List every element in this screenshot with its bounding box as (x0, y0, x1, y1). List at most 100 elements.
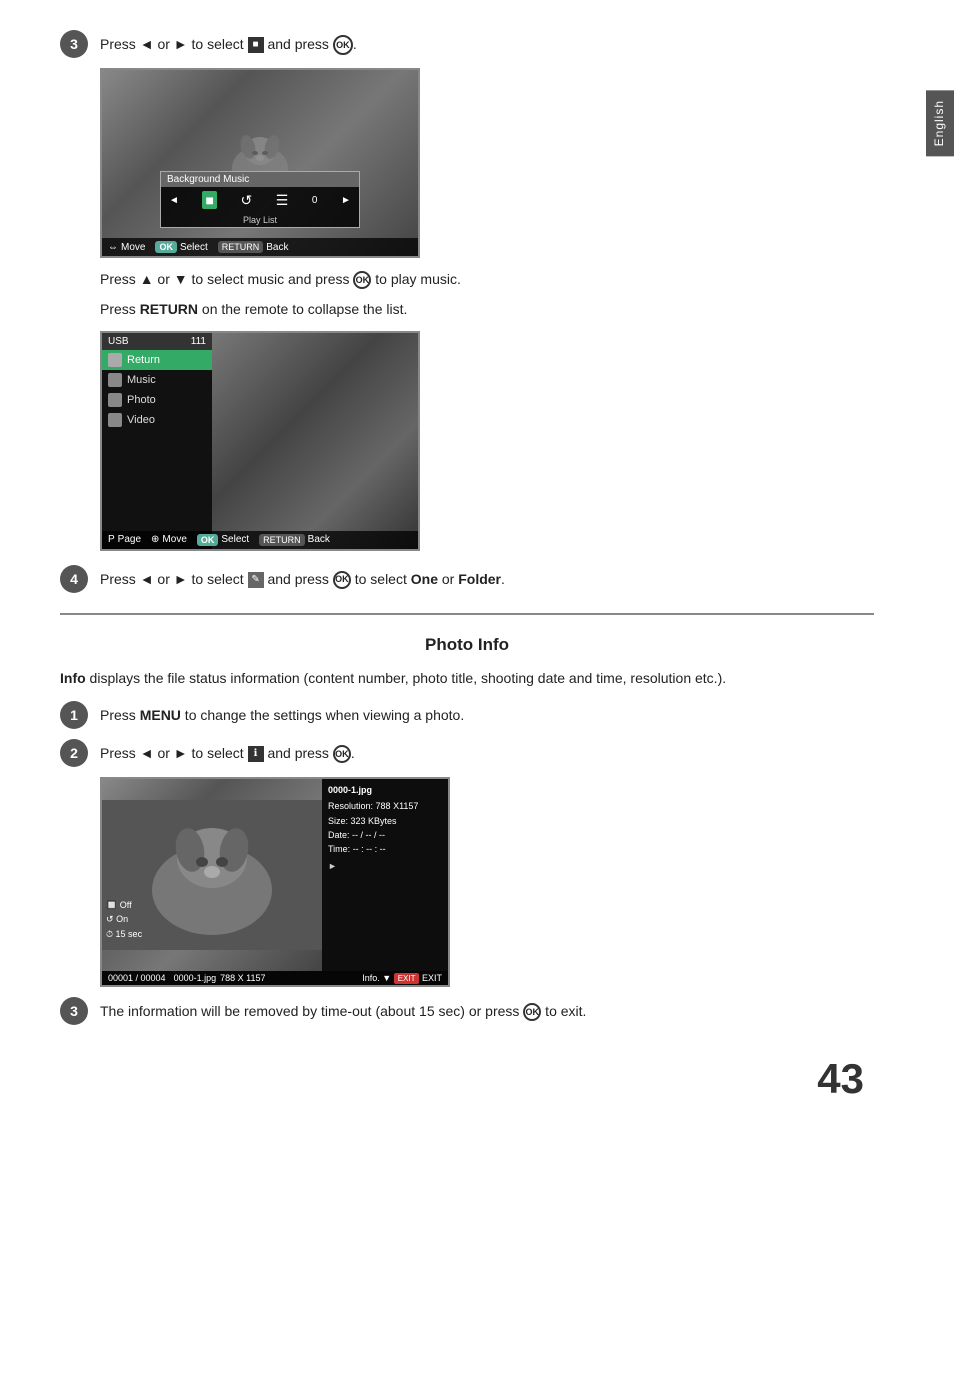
step-2b-text: Press ◄ or ► to select ℹ and press OK. (100, 739, 874, 764)
dog-svg-2 (102, 779, 322, 971)
ok-circle-para1: OK (353, 271, 371, 289)
step-3b-text: The information will be removed by time-… (100, 997, 874, 1022)
screen-1-bottom-bar: ⇔ Move OK Select RETURN Back (102, 238, 418, 256)
photo-info-screen: 🔲 Off ↺ On ⏱ 15 sec 0000-1.jpg (100, 777, 450, 987)
icon-refresh: ↺ (241, 192, 253, 209)
overlay-arrow-left: ◄ (169, 195, 179, 206)
back-label-1: RETURN Back (218, 241, 289, 253)
step-2b-row: 2 Press ◄ or ► to select ℹ and press OK. (60, 739, 874, 767)
time-icon: ⏱ (106, 929, 113, 939)
ok-circle-3a: OK (333, 35, 353, 55)
exit-badge: EXIT (394, 973, 420, 984)
return-badge-1: RETURN (218, 241, 264, 253)
select-label-1: OK Select (155, 241, 207, 253)
photo-icon (108, 393, 122, 407)
usb-return-badge: RETURN (259, 534, 305, 546)
usb-menu-video[interactable]: Video (102, 410, 212, 430)
usb-move-icon: ⊕ (151, 534, 159, 545)
bottom-filename: 0000-1.jpg (174, 973, 217, 983)
info-label: Info. (362, 973, 380, 983)
usb-menu-music[interactable]: Music (102, 370, 212, 390)
usb-bottom-bar: P Page ⊕ Move OK Select RETURN Back (102, 531, 418, 549)
time-row: Time: -- : -- : -- (328, 842, 442, 856)
step-3b-row: 3 The information will be removed by tim… (60, 997, 874, 1025)
usb-return-label: Return (127, 354, 160, 366)
return-icon (108, 353, 122, 367)
screen-1: Background Music ◄ ■ ↺ ☰ 0 ► Play List ⇔… (100, 68, 420, 258)
icon-menu: ☰ (276, 192, 289, 209)
icon-square-3a: ■ (248, 37, 264, 53)
usb-header: USB 111 (102, 333, 212, 350)
step-4-row: 4 Press ◄ or ► to select ✎ and press OK … (60, 565, 874, 593)
icon-folder: ✎ (248, 572, 264, 588)
and-press-3a: and press (267, 36, 332, 52)
photo-info-right: 0000-1.jpg Resolution: 788 X1157 Size: 3… (322, 779, 448, 971)
step-3a-row: 3 Press ◄ or ► to select ■ and press OK. (60, 30, 874, 58)
ok-circle-4: OK (333, 571, 351, 589)
usb-select-label: OK Select (197, 534, 249, 546)
usb-menu-photo[interactable]: Photo (102, 390, 212, 410)
step-3a-circle: 3 (60, 30, 88, 58)
photo-dog (102, 779, 322, 971)
label-off: 🔲 Off (106, 898, 142, 912)
icon-list: ■ (202, 191, 216, 209)
to-select-label-3a: to select (192, 36, 244, 52)
step-1b-row: 1 Press MENU to change the settings when… (60, 701, 874, 729)
usb-title: USB (108, 336, 129, 347)
page-icon: P (108, 534, 115, 545)
photo-info-description: Info displays the file status informatio… (60, 667, 874, 689)
usb-sidebar: USB 111 Return Music Photo Video (102, 333, 212, 549)
info-icon: ℹ (248, 746, 264, 762)
page-number: 43 (60, 1055, 874, 1103)
ok-circle-3b: OK (523, 1003, 541, 1021)
main-content: 3 Press ◄ or ► to select ■ and press OK. (60, 30, 904, 1103)
overlay-icons: ◄ ■ ↺ ☰ 0 ► (161, 187, 359, 213)
usb-menu-return[interactable]: Return (102, 350, 212, 370)
usb-signal: 111 (191, 336, 206, 347)
arrow-left-3a: ◄ (140, 36, 158, 52)
overlay-counter: 0 (312, 195, 318, 206)
photo-bottom-left: 00001 / 00004 0000-1.jpg 788 X 1157 (108, 973, 265, 983)
video-icon (108, 413, 122, 427)
move-label-1: ⇔ Move (108, 242, 145, 253)
usb-photo-area (212, 333, 418, 549)
overlay-arrow-right: ► (341, 195, 351, 206)
info-arrow: ▼ (382, 973, 391, 983)
overlay-title: Background Music (161, 172, 359, 187)
ok-badge-1: OK (155, 241, 177, 253)
step-1b-text: Press MENU to change the settings when v… (100, 701, 874, 726)
usb-move-label: ⊕ Move (151, 534, 187, 545)
exit-text: EXIT (422, 973, 442, 983)
photo-info-main: 🔲 Off ↺ On ⏱ 15 sec 0000-1.jpg (102, 779, 448, 971)
and-press-2b: and press (267, 745, 332, 761)
usb-ok-badge: OK (197, 534, 219, 546)
press-label-2b: Press (100, 745, 136, 761)
to-select-2b: to select (192, 745, 244, 761)
date-row: Date: -- / -- / -- (328, 828, 442, 842)
resolution-row: Resolution: 788 X1157 (328, 799, 442, 813)
label-time: ⏱ 15 sec (106, 927, 142, 941)
move-icon-1: ⇔ (108, 242, 118, 253)
usb-video-label: Video (127, 414, 155, 426)
step-3b-circle: 3 (60, 997, 88, 1025)
usb-screen: USB 111 Return Music Photo Video (100, 331, 420, 551)
usb-back-label: RETURN Back (259, 534, 330, 546)
bottom-resolution: 788 X 1157 (220, 973, 265, 983)
size-row: Size: 323 KBytes (328, 814, 442, 828)
step-1b-circle: 1 (60, 701, 88, 729)
page-label: P Page (108, 534, 141, 545)
photo-info-left: 🔲 Off ↺ On ⏱ 15 sec (102, 779, 322, 971)
dog-image-1 (102, 70, 418, 256)
section-divider (60, 613, 874, 615)
press-label-3a: Press (100, 36, 136, 52)
sidebar-tab: English (926, 90, 954, 156)
photo-bottom-right: Info. ▼ EXIT EXIT (362, 973, 442, 983)
on-icon: ↺ (106, 914, 114, 924)
usb-photo-label: Photo (127, 394, 156, 406)
music-icon (108, 373, 122, 387)
step-3a-text: Press ◄ or ► to select ■ and press OK. (100, 30, 874, 55)
usb-music-label: Music (127, 374, 156, 386)
para-return: Press RETURN on the remote to collapse t… (100, 298, 874, 320)
arrow-left-2b: ◄ (140, 745, 158, 761)
or-2b: or (157, 745, 169, 761)
